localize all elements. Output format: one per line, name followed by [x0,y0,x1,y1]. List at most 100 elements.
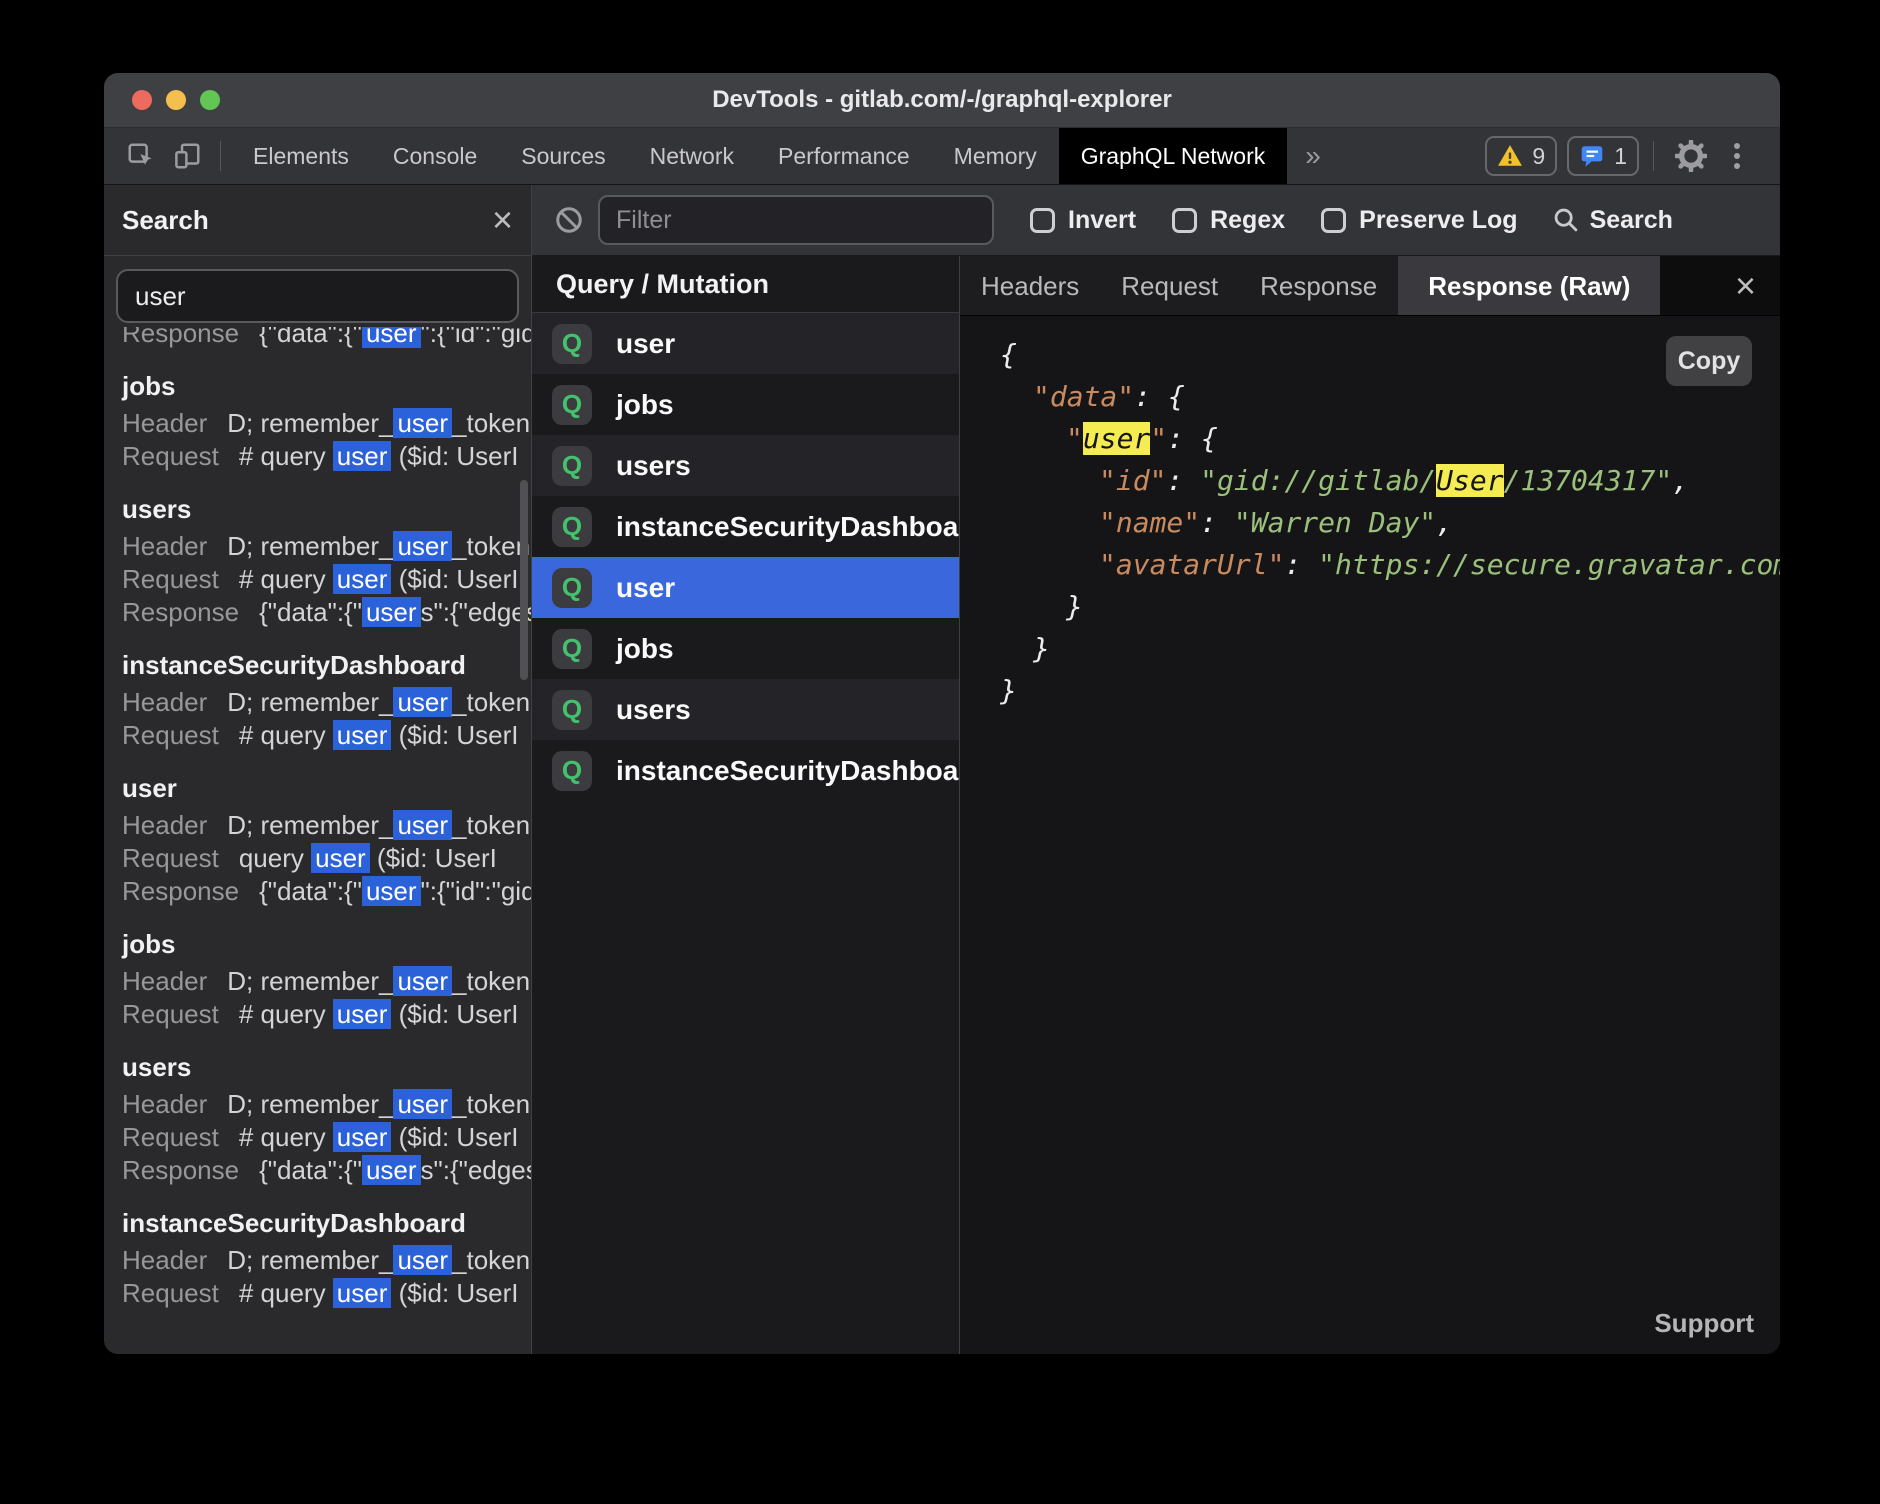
search-result-row[interactable]: Response{"data":{"users":{"edges [122,596,531,629]
tab-response-raw[interactable]: Response (Raw) [1398,256,1660,315]
minimize-window-button[interactable] [166,90,186,110]
query-type-icon: Q [552,385,592,425]
result-row-text: user [333,564,392,594]
chat-bubble-icon [1579,143,1605,169]
search-panel: Search × Response{"data":{"user":{"id":"… [104,185,532,1354]
result-row-text: {"data":{" [259,1155,362,1185]
search-result-row[interactable]: Request# query user ($id: UserI [122,719,531,752]
search-close-icon[interactable]: × [492,202,513,238]
json-token: User [1436,464,1503,497]
result-row-text: # query [239,1122,333,1152]
tab-request[interactable]: Request [1100,256,1239,315]
json-token: " [1066,422,1083,455]
query-type-icon: Q [552,446,592,486]
json-token: "name" [1099,506,1200,539]
search-result-row[interactable]: Request# query user ($id: UserI [122,440,531,473]
device-toolbar-icon[interactable] [164,134,210,178]
query-row-instancesecuritydashboard[interactable]: QinstanceSecurityDashboard [532,740,959,801]
detail-panel: HeadersRequestResponse Response (Raw) × … [960,256,1780,1354]
result-row-type: Request [122,564,219,594]
result-row-text: _token=e [452,687,531,717]
search-result-row[interactable]: HeaderD; remember_user_token=e [122,1088,531,1121]
search-result-row[interactable]: Response{"data":{"user":{"id":"gid [122,875,531,908]
support-link[interactable]: Support [1654,1302,1754,1344]
search-result-row[interactable]: Request# query user ($id: UserI [122,998,531,1031]
clear-log-icon[interactable] [552,198,586,242]
devtools-tab-graphql-network[interactable]: GraphQL Network [1059,128,1288,184]
search-result-row[interactable]: HeaderD; remember_user_token=e [122,686,531,719]
json-content: {"data": {"user": {"id": "gid://gitlab/U… [1000,334,1780,712]
query-row-user[interactable]: Quser [532,313,959,374]
checkbox-regex[interactable]: Regex [1172,206,1285,235]
preserve-log-checkbox[interactable] [1321,208,1346,233]
search-result-row[interactable]: Request# query user ($id: UserI [122,563,531,596]
regex-checkbox[interactable] [1172,208,1197,233]
toolbar-divider [220,141,221,171]
checkbox-invert[interactable]: Invert [1030,206,1136,235]
close-window-button[interactable] [132,90,152,110]
zoom-window-button[interactable] [200,90,220,110]
search-result-row[interactable]: Requestquery user ($id: UserI [122,842,531,875]
search-result-row[interactable]: Response{"data":{"user":{"id":"gid [122,327,531,350]
warning-icon [1497,143,1523,169]
devtools-tab-strip: ElementsConsoleSourcesNetworkPerformance… [231,128,1287,184]
inspect-element-icon[interactable] [118,134,164,178]
query-row-label: users [616,694,691,726]
title-bar: DevTools - gitlab.com/-/graphql-explorer [104,73,1780,128]
console-messages-badge[interactable]: 1 [1567,136,1639,176]
search-result-group: jobsHeaderD; remember_user_token=eReques… [122,365,531,473]
tab-response[interactable]: Response [1239,256,1398,315]
query-row-jobs[interactable]: Qjobs [532,374,959,435]
result-row-text: # query [239,999,333,1029]
query-row-users[interactable]: Qusers [532,435,959,496]
search-result-row[interactable]: HeaderD; remember_user_token=e [122,530,531,563]
toolbar-spacer [1339,128,1476,184]
result-row-text: _token=e [452,1245,531,1275]
result-row-type: Request [122,1122,219,1152]
search-result-row[interactable]: HeaderD; remember_user_token=e [122,965,531,998]
query-row-label: instanceSecurityDashboard [616,755,986,787]
query-row-user[interactable]: Quser [532,557,959,618]
traffic-lights [132,73,220,127]
invert-checkbox[interactable] [1030,208,1055,233]
search-result-row[interactable]: Response{"data":{"users":{"edges [122,1154,531,1187]
search-panel-scrollbar[interactable] [520,480,528,680]
search-result-row[interactable]: HeaderD; remember_user_token=e [122,809,531,842]
more-tabs-icon[interactable]: » [1287,140,1339,172]
result-row-text: user [333,720,392,750]
json-token: : [1166,464,1200,497]
devtools-tab-memory[interactable]: Memory [932,128,1059,184]
devtools-tab-network[interactable]: Network [628,128,756,184]
copy-button[interactable]: Copy [1666,336,1752,386]
json-token: user [1083,422,1150,455]
query-row-jobs[interactable]: Qjobs [532,618,959,679]
search-result-group: instanceSecurityDashboardHeaderD; rememb… [122,644,531,752]
result-row-text: user [362,876,421,906]
query-row-instancesecuritydashboard[interactable]: QinstanceSecurityDashboard [532,496,959,557]
result-row-type: Request [122,1278,219,1308]
settings-gear-icon[interactable] [1668,134,1714,178]
result-row-text: user [393,687,452,717]
result-row-text: ":{"id":"gid [421,876,531,906]
query-row-users[interactable]: Qusers [532,679,959,740]
result-row-type: Request [122,441,219,471]
result-row-text: ($id: UserI [370,843,497,873]
search-result-row[interactable]: HeaderD; remember_user_token=e [122,407,531,440]
tab-headers[interactable]: Headers [960,256,1100,315]
filter-input[interactable] [598,195,994,245]
network-search-button[interactable]: Search [1552,206,1673,235]
search-result-row[interactable]: Request# query user ($id: UserI [122,1121,531,1154]
search-input[interactable] [116,269,519,323]
json-line: "id": "gid://gitlab/User/13704317", [1000,460,1780,502]
devtools-tab-console[interactable]: Console [371,128,499,184]
devtools-tab-sources[interactable]: Sources [499,128,627,184]
checkbox-preserve-log[interactable]: Preserve Log [1321,206,1517,235]
console-warnings-badge[interactable]: 9 [1485,136,1557,176]
search-result-row[interactable]: Request# query user ($id: UserI [122,1277,531,1310]
devtools-tab-performance[interactable]: Performance [756,128,932,184]
detail-close-icon[interactable]: × [1735,268,1756,304]
kebab-menu-icon[interactable] [1714,134,1760,178]
result-row-text: D; remember_ [227,1089,393,1119]
devtools-tab-elements[interactable]: Elements [231,128,371,184]
search-result-row[interactable]: HeaderD; remember_user_token=e [122,1244,531,1277]
